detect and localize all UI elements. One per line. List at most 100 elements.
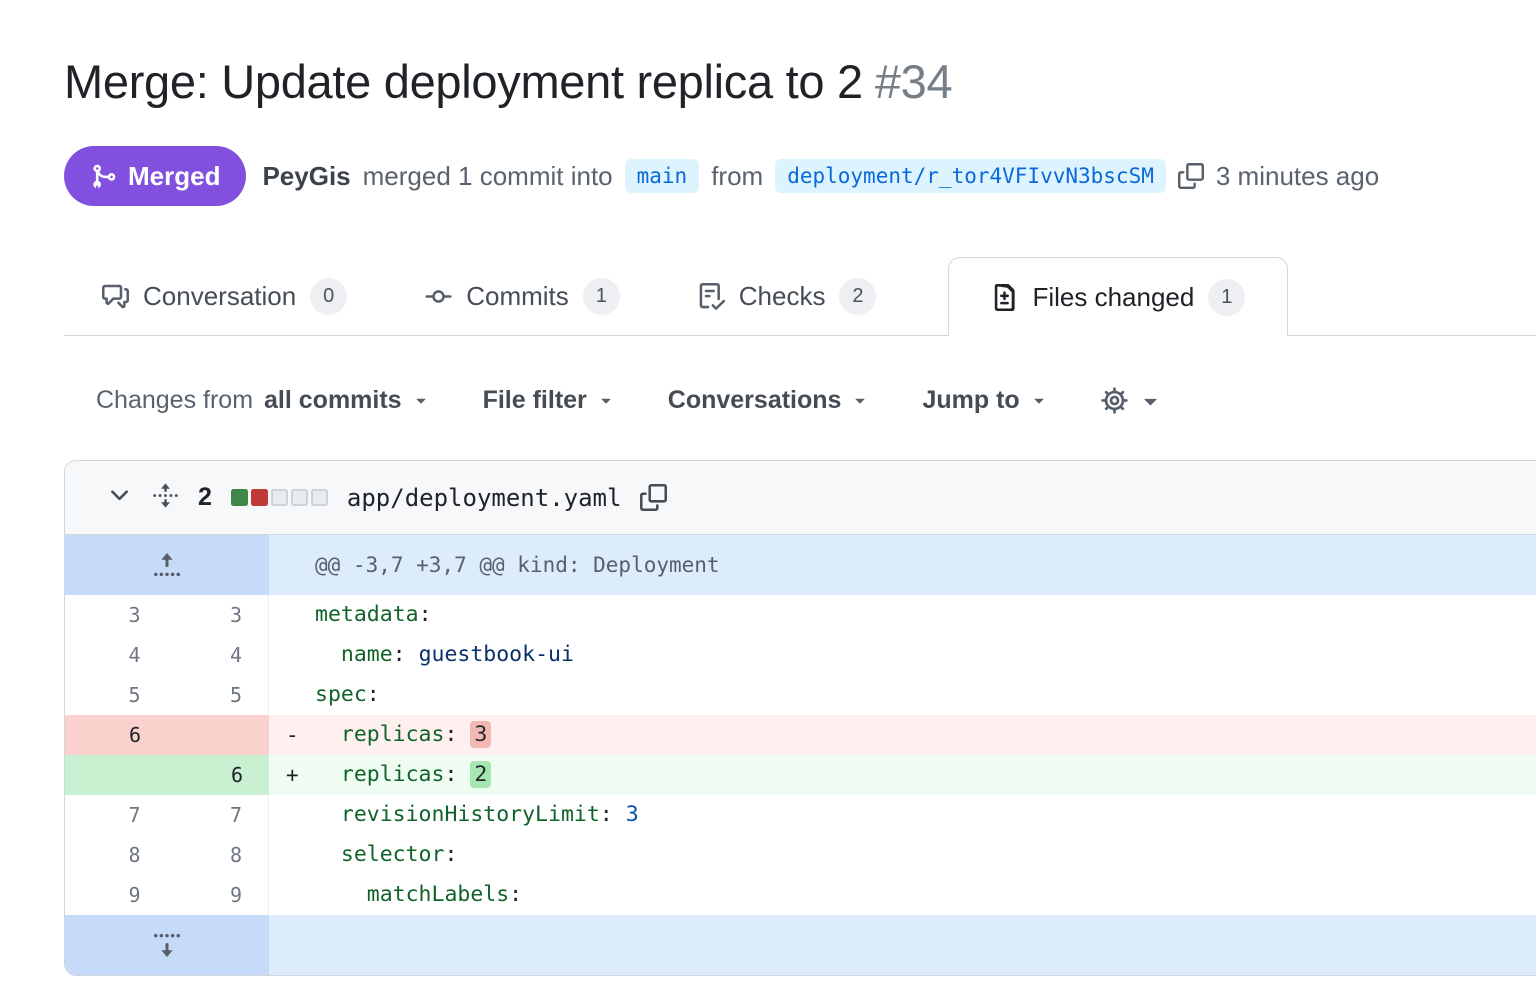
- tab-count-badge: 1: [1208, 279, 1245, 316]
- from-text: from: [711, 161, 763, 192]
- tab-commits[interactable]: Commits 1: [419, 257, 626, 335]
- expand-down-button[interactable]: [65, 915, 269, 975]
- code-token: 3: [626, 802, 639, 827]
- code-token: [315, 762, 341, 787]
- file-drag-handle[interactable]: [152, 482, 179, 514]
- git-merge-icon: [90, 163, 117, 190]
- diff-marker: [269, 795, 315, 835]
- code-line: matchLabels:: [315, 875, 522, 915]
- old-line-number[interactable]: 6: [65, 715, 167, 755]
- code-line: selector:: [315, 835, 457, 875]
- pr-number: #34: [875, 55, 953, 108]
- copy-branch-button[interactable]: [1178, 163, 1204, 189]
- diff-row-context: 77 revisionHistoryLimit: 3: [65, 795, 1536, 835]
- line-number-gutter: 77: [65, 795, 269, 835]
- tab-conversation[interactable]: Conversation 0: [96, 257, 353, 335]
- diff-marker: [269, 875, 315, 915]
- conversations-dropdown[interactable]: Conversations: [668, 386, 871, 415]
- gear-icon: [1101, 387, 1128, 414]
- code-token: :: [600, 802, 613, 827]
- code-token: :: [393, 642, 406, 667]
- jump-to-dropdown[interactable]: Jump to: [922, 386, 1048, 415]
- pr-meta-row: Merged PeyGis merged 1 commit into main …: [64, 146, 1379, 206]
- old-line-number[interactable]: 8: [65, 835, 167, 875]
- new-line-number[interactable]: [167, 715, 269, 755]
- new-line-number[interactable]: 5: [167, 675, 269, 715]
- chevron-down-icon: [850, 390, 870, 410]
- pr-tab-bar: Conversation 0 Commits 1 Checks 2 Files …: [64, 257, 1536, 336]
- old-line-number[interactable]: 7: [65, 795, 167, 835]
- new-line-number[interactable]: 7: [167, 795, 269, 835]
- code-token: 2: [470, 761, 491, 788]
- tab-count-badge: 0: [310, 278, 347, 315]
- code-token: [315, 882, 367, 907]
- chevron-down-icon: [1029, 390, 1049, 410]
- merged-status-label: Merged: [128, 161, 220, 192]
- diff-marker: [269, 675, 315, 715]
- code-token: [315, 842, 341, 867]
- code-line: replicas: 2: [315, 755, 491, 795]
- comment-discussion-icon: [102, 283, 129, 310]
- chevron-down-icon: [106, 482, 133, 509]
- file-diff-card: 2 app/deployment.yaml @@ -3,7 +3,7 @@ ki…: [64, 460, 1536, 976]
- old-line-number[interactable]: 5: [65, 675, 167, 715]
- diff-marker: [269, 635, 315, 675]
- diff-row-context: 88 selector:: [65, 835, 1536, 875]
- code-token: 3: [470, 721, 491, 748]
- changes-from-value: all commits: [264, 386, 402, 415]
- code-line: spec:: [315, 675, 380, 715]
- new-line-number[interactable]: 9: [167, 875, 269, 915]
- chevron-down-icon: [1137, 387, 1164, 414]
- file-filter-label: File filter: [483, 386, 587, 415]
- tab-files-changed[interactable]: Files changed 1: [948, 257, 1288, 336]
- author-link[interactable]: PeyGis: [262, 161, 350, 192]
- new-line-number[interactable]: 4: [167, 635, 269, 675]
- diff-marker: +: [269, 755, 315, 795]
- old-line-number[interactable]: 9: [65, 875, 167, 915]
- copy-icon: [1178, 163, 1204, 189]
- diff-expander-row: [65, 915, 1536, 975]
- code-line: revisionHistoryLimit: 3: [315, 795, 639, 835]
- diff-row-context: 55 spec:: [65, 675, 1536, 715]
- code-token: :: [419, 602, 432, 627]
- tab-checks[interactable]: Checks 2: [692, 257, 883, 335]
- old-line-number[interactable]: 3: [65, 595, 167, 635]
- code-token: [613, 802, 626, 827]
- copy-file-path-button[interactable]: [640, 484, 667, 511]
- code-token: replicas: [341, 722, 445, 747]
- code-line: replicas: 3: [315, 715, 491, 755]
- tab-count-badge: 1: [583, 278, 620, 315]
- diff-row-context: 44 name: guestbook-ui: [65, 635, 1536, 675]
- diffstat-squares: [231, 489, 328, 506]
- chevron-down-icon: [411, 390, 431, 410]
- diff-toolbar: Changes from all commits File filter Con…: [96, 378, 1164, 422]
- page-title: Merge: Update deployment replica to 2#34: [64, 54, 952, 109]
- code-token: [457, 722, 470, 747]
- changes-from-prefix: Changes from: [96, 386, 253, 415]
- new-line-number[interactable]: 8: [167, 835, 269, 875]
- base-branch-label[interactable]: main: [625, 159, 700, 193]
- expand-up-button[interactable]: [65, 535, 269, 595]
- diff-row-deletion: 6- replicas: 3: [65, 715, 1536, 755]
- old-line-number[interactable]: [65, 755, 167, 795]
- new-line-number[interactable]: 3: [167, 595, 269, 635]
- tab-label: Checks: [739, 281, 826, 312]
- fold-down-icon: [152, 930, 182, 960]
- merged-time: 3 minutes ago: [1216, 161, 1379, 192]
- diff-row-addition: 6+ replicas: 2: [65, 755, 1536, 795]
- code-token: :: [444, 722, 457, 747]
- old-line-number[interactable]: 4: [65, 635, 167, 675]
- changes-from-dropdown[interactable]: Changes from all commits: [96, 386, 431, 415]
- merge-action-text: merged 1 commit into: [363, 161, 613, 192]
- fold-up-icon: [152, 550, 182, 580]
- code-token: :: [509, 882, 522, 907]
- code-token: :: [444, 842, 457, 867]
- new-line-number[interactable]: 6: [167, 755, 269, 795]
- head-branch-label[interactable]: deployment/r_tor4VFIvvN3bscSM: [775, 159, 1166, 193]
- code-token: replicas: [341, 762, 445, 787]
- diff-settings-dropdown[interactable]: [1101, 387, 1164, 414]
- code-token: [315, 802, 341, 827]
- collapse-file-button[interactable]: [106, 482, 133, 514]
- file-filter-dropdown[interactable]: File filter: [483, 386, 616, 415]
- chevron-down-icon: [596, 390, 616, 410]
